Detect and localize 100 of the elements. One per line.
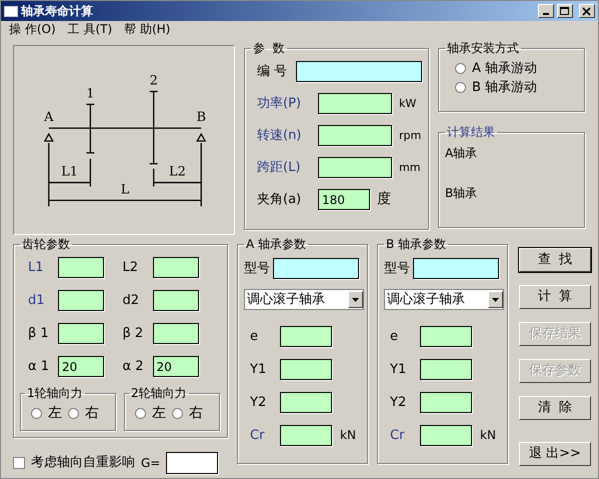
input-field[interactable]	[280, 359, 332, 380]
field-label: 夹角(a)	[257, 192, 302, 208]
dropdown[interactable]: 调心滚子轴承	[244, 289, 364, 310]
dropdown-arrow-icon	[352, 298, 359, 302]
diagram-label: L	[120, 182, 130, 198]
field-label: 编 号	[257, 64, 288, 80]
field-label: α 2	[122, 358, 144, 374]
close-button[interactable]	[579, 4, 595, 18]
input-field[interactable]	[318, 125, 392, 146]
group-title: B 轴承参数	[385, 238, 448, 250]
field-label: Y1	[389, 362, 408, 378]
dropdown[interactable]: 调心滚子轴承	[384, 289, 504, 310]
field-label: β 1	[27, 326, 50, 342]
field-label: e	[389, 328, 399, 344]
radio-button[interactable]	[172, 408, 183, 419]
field-label: Y2	[249, 394, 268, 410]
diagram-label: B	[196, 110, 206, 126]
group-title: 参 数	[252, 42, 286, 54]
checkbox-label[interactable]: 考虑轴向自重影响	[31, 455, 135, 471]
unit-label: mm	[399, 160, 420, 174]
input-field[interactable]	[318, 93, 392, 114]
group-title: 2轮轴向力	[130, 387, 188, 399]
field-label: d2	[122, 292, 140, 308]
input-field[interactable]: 20	[152, 356, 198, 377]
input-field[interactable]	[420, 326, 472, 347]
maximize-icon	[560, 6, 570, 16]
result-label: B轴承	[445, 186, 478, 201]
input-field[interactable]	[296, 61, 422, 82]
result-label: A轴承	[445, 146, 478, 160]
unit-label: rpm	[399, 128, 422, 142]
group-title: 1轮轴向力	[26, 387, 84, 399]
field-label: G=	[141, 456, 160, 470]
field-label: α 1	[27, 358, 50, 374]
input-field[interactable]	[166, 452, 218, 474]
group-title: A 轴承参数	[245, 238, 308, 250]
field-label: Cr	[389, 428, 406, 444]
dropdown-arrow-icon	[492, 298, 499, 302]
action-button[interactable]: 退 出>>	[519, 442, 591, 466]
field-label: e	[249, 328, 259, 344]
menu-item[interactable]: 操 作(O)	[9, 22, 56, 37]
diagram-label: 2	[150, 74, 158, 89]
diagram-label: L2	[169, 164, 186, 180]
input-field[interactable]	[413, 258, 499, 279]
input-field[interactable]	[58, 323, 104, 344]
radio-button[interactable]	[455, 63, 466, 74]
field-label: d1	[27, 292, 46, 308]
field-label: Cr	[249, 428, 266, 444]
radio-label[interactable]: 右	[189, 405, 203, 422]
field-label: Y1	[249, 362, 268, 378]
minimize-button[interactable]	[538, 4, 554, 18]
field-label: 转速(n)	[257, 128, 302, 144]
input-field[interactable]	[273, 258, 359, 279]
radio-label[interactable]: B 轴承游动	[472, 80, 538, 96]
checkbox[interactable]	[13, 457, 25, 469]
input-field[interactable]	[420, 425, 472, 446]
field-label: Y2	[389, 394, 408, 410]
field-label: L2	[122, 260, 140, 276]
input-field[interactable]: 180	[318, 189, 370, 210]
input-field[interactable]	[420, 359, 472, 380]
radio-button[interactable]	[31, 408, 42, 419]
radio-label[interactable]: 左	[48, 405, 62, 422]
maximize-button[interactable]	[557, 4, 573, 18]
input-field[interactable]	[318, 157, 392, 178]
action-button[interactable]: 查 找	[519, 248, 591, 272]
window-title: 轴承寿命计算	[21, 4, 94, 18]
unit-label: 度	[377, 191, 391, 208]
action-button[interactable]: 计 算	[519, 285, 591, 309]
diagram-label: 1	[86, 86, 94, 102]
unit-label: kN	[480, 428, 496, 443]
radio-button[interactable]	[455, 82, 466, 93]
field-label: 功率(P)	[257, 96, 302, 112]
input-field[interactable]	[58, 257, 104, 278]
radio-label[interactable]: 左	[152, 405, 166, 422]
group-title: 轴承安装方式	[446, 42, 520, 54]
menu-item[interactable]: 工 具(T)	[68, 22, 112, 37]
input-field[interactable]	[152, 290, 198, 311]
radio-button[interactable]	[135, 408, 146, 419]
field-label: β 2	[122, 326, 144, 342]
field-label: 型号	[244, 260, 270, 276]
unit-label: kW	[399, 96, 416, 110]
menu-item[interactable]: 帮 助(H)	[124, 22, 170, 37]
input-field[interactable]	[420, 392, 472, 413]
input-field[interactable]	[152, 323, 198, 344]
input-field[interactable]	[280, 326, 332, 347]
action-button[interactable]: 清 除	[519, 396, 591, 420]
radio-label[interactable]: A 轴承游动	[472, 61, 538, 77]
field-label: 型号	[384, 260, 410, 276]
window-icon	[4, 6, 18, 16]
radio-button[interactable]	[68, 408, 79, 419]
input-field[interactable]	[58, 290, 104, 311]
radio-label[interactable]: 右	[85, 405, 99, 422]
input-field[interactable]: 20	[58, 356, 104, 377]
close-icon	[582, 6, 592, 16]
input-field[interactable]	[280, 392, 332, 413]
input-field[interactable]	[152, 257, 198, 278]
group-title: 齿轮参数	[21, 238, 71, 250]
diagram-label: L1	[61, 164, 78, 180]
field-label: 跨距(L)	[257, 160, 302, 176]
field-label: L1	[27, 260, 45, 276]
input-field[interactable]	[280, 425, 332, 446]
